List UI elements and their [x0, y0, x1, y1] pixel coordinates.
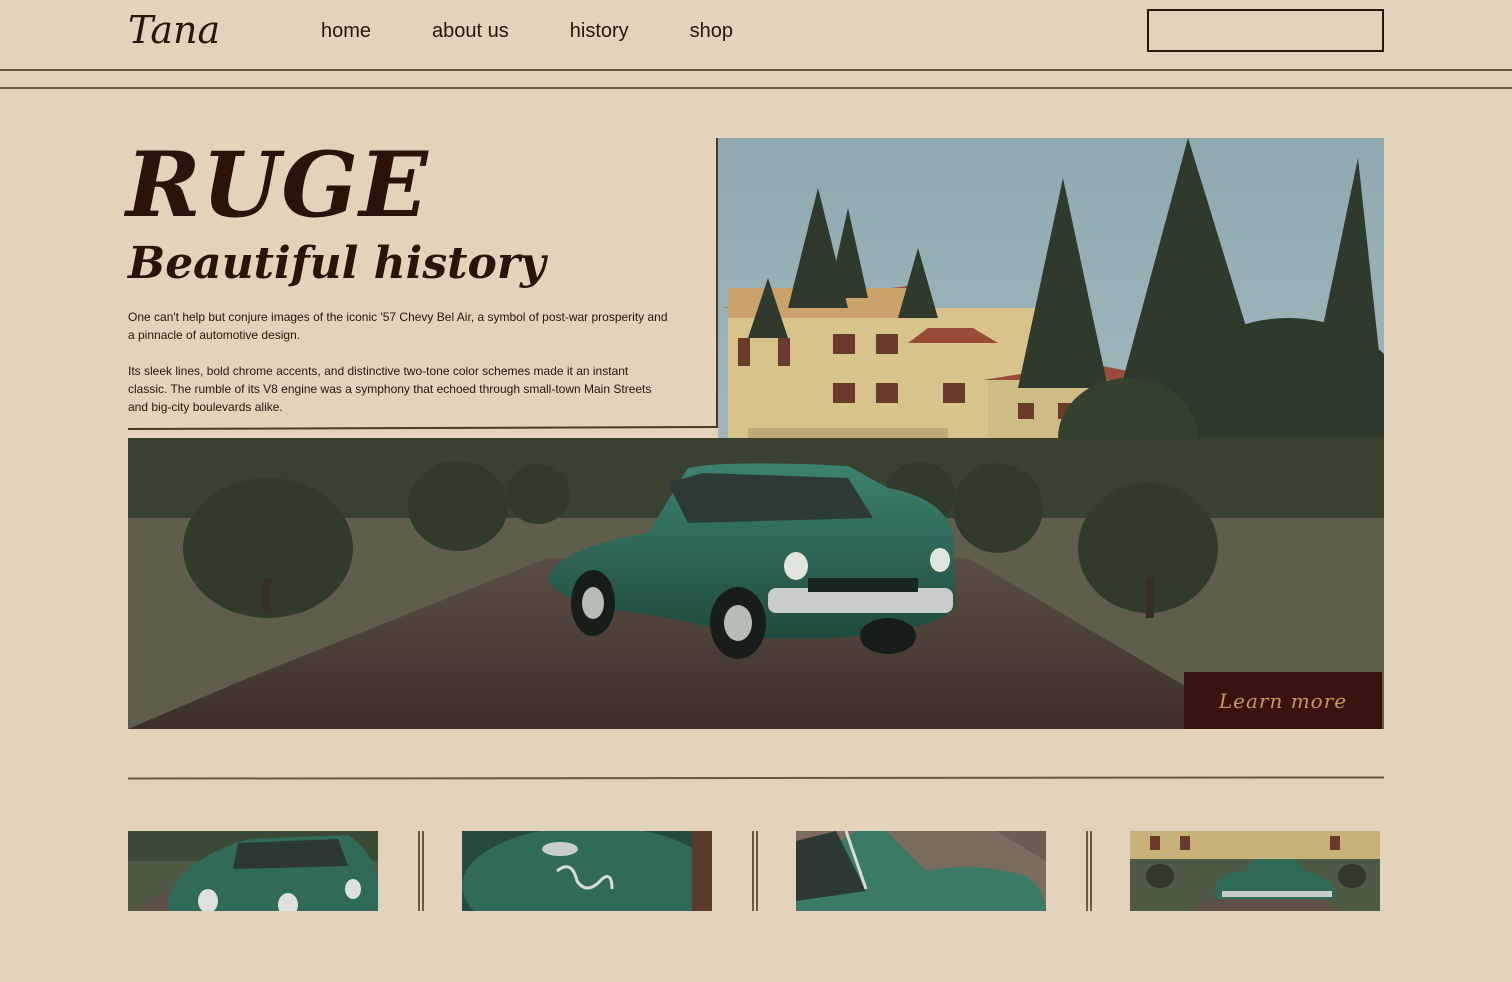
main-nav: home about us history shop: [321, 20, 794, 43]
section-divider: [127, 776, 1385, 780]
thumbnail-divider: [752, 831, 758, 911]
thumbnail-divider: [1086, 831, 1092, 911]
thumbnail-divider: [418, 831, 424, 911]
hero-paragraph: One can't help but conjure images of the…: [128, 310, 668, 342]
nav-history[interactable]: history: [570, 20, 629, 43]
thumbnail-4[interactable]: [1130, 831, 1380, 911]
hero-paragraph: Its sleek lines, bold chrome accents, an…: [128, 364, 652, 414]
thumbnail-2[interactable]: [462, 831, 712, 911]
thumbnail-1[interactable]: [128, 831, 378, 911]
nav-home[interactable]: home: [321, 20, 371, 43]
car-emblem-thumbnail-icon: [462, 831, 712, 911]
learn-more-button[interactable]: Learn more: [1184, 672, 1382, 729]
search-input[interactable]: [1147, 9, 1384, 52]
thumbnail-3[interactable]: [796, 831, 1046, 911]
nav-shop[interactable]: shop: [690, 20, 733, 43]
hero-title: RUGE: [126, 132, 429, 238]
car-mansion-thumbnail-icon: [1130, 831, 1380, 911]
car-front-thumbnail-icon: [128, 831, 378, 911]
car-side-thumbnail-icon: [796, 831, 1046, 911]
logo[interactable]: Tana: [128, 8, 220, 52]
header-divider-bottom: [0, 87, 1512, 89]
nav-about-us[interactable]: about us: [432, 20, 509, 43]
site-header: Tana home about us history shop: [0, 0, 1512, 70]
panel-border-right: [716, 138, 718, 428]
header-divider-top: [0, 69, 1512, 71]
hero-subtitle: Beautiful history: [128, 238, 546, 289]
